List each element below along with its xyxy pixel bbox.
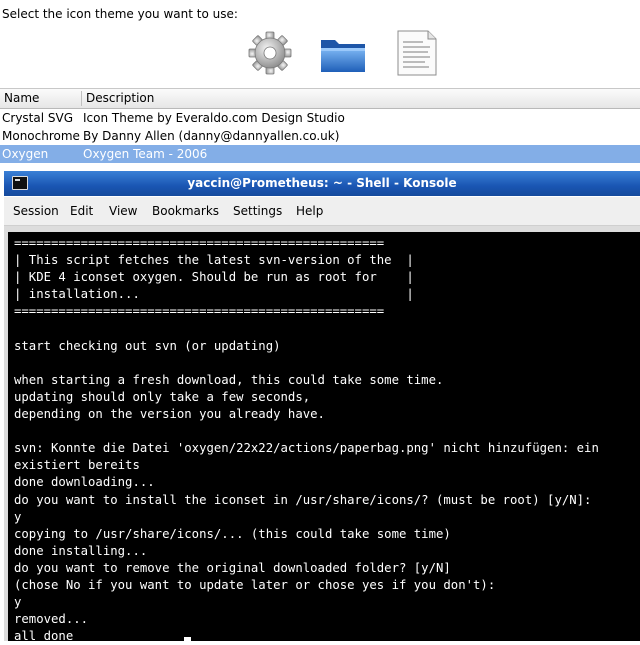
terminal-line: do you want to install the iconset in /u…	[14, 492, 592, 507]
theme-preview	[0, 28, 640, 80]
terminal-line: y	[14, 595, 22, 610]
terminal-line: removed...	[14, 612, 89, 627]
terminal-line: updating should only take a few seconds,	[14, 389, 311, 404]
theme-name: Crystal SVG	[2, 111, 73, 125]
theme-description: By Danny Allen (danny@dannyallen.co.uk)	[83, 129, 340, 143]
terminal-line: start checking out svn (or updating)	[14, 338, 281, 353]
terminal-line: all done	[14, 629, 74, 644]
terminal-line: done installing...	[14, 543, 148, 558]
terminal-line: y	[14, 509, 22, 524]
document-icon	[397, 30, 437, 76]
terminal-line: depending on the version you already hav…	[14, 407, 325, 421]
terminal-line: done downloading...	[14, 475, 155, 490]
terminal-line: do you want to remove the original downl…	[14, 560, 451, 575]
menu-bookmarks[interactable]: Bookmarks	[152, 204, 219, 218]
theme-description: Icon Theme by Everaldo.com Design Studio	[83, 111, 345, 125]
gear-icon	[248, 31, 292, 75]
column-header-description[interactable]: Description	[86, 91, 154, 105]
terminal-line: svn: Konnte die Datei 'oxygen/22x22/acti…	[14, 441, 599, 456]
menu-session[interactable]: Session	[13, 204, 59, 218]
konsole-terminal[interactable]: ========================================…	[4, 226, 640, 643]
window-title: yaccin@Prometheus: ~ - Shell - Konsole	[187, 176, 457, 190]
terminal-line: ========================================…	[14, 236, 385, 250]
terminal-line: ========================================…	[14, 304, 385, 319]
column-divider	[81, 91, 82, 106]
konsole-titlebar[interactable]: yaccin@Prometheus: ~ - Shell - Konsole	[4, 171, 640, 196]
terminal-line: | This script fetches the latest svn-ver…	[14, 253, 414, 268]
theme-row-crystal-svg[interactable]: Crystal SVG Icon Theme by Everaldo.com D…	[0, 109, 640, 127]
menu-settings[interactable]: Settings	[233, 204, 282, 218]
menu-view[interactable]: View	[109, 204, 137, 218]
terminal-line: copying to /usr/share/icons/... (this co…	[14, 526, 451, 541]
folder-icon	[321, 40, 365, 72]
theme-name: Monochrome	[2, 129, 80, 143]
terminal-line: when starting a fresh download, this cou…	[14, 372, 444, 387]
konsole-menubar: Session Edit View Bookmarks Settings Hel…	[4, 197, 640, 226]
theme-list-header: Name Description	[0, 88, 640, 109]
theme-description: Oxygen Team - 2006	[83, 147, 208, 161]
menu-edit[interactable]: Edit	[70, 204, 93, 218]
terminal-cursor	[184, 637, 191, 641]
theme-prompt-label: Select the icon theme you want to use:	[2, 7, 238, 21]
terminal-output[interactable]: ========================================…	[8, 232, 640, 643]
theme-row-monochrome[interactable]: Monochrome By Danny Allen (danny@dannyal…	[0, 127, 640, 145]
menu-help[interactable]: Help	[296, 204, 323, 218]
terminal-line: | KDE 4 iconset oxygen. Should be run as…	[14, 270, 414, 285]
theme-row-oxygen[interactable]: Oxygen Oxygen Team - 2006	[0, 145, 640, 163]
terminal-line: existiert bereits	[14, 458, 140, 473]
terminal-line: (chose No if you want to update later or…	[14, 578, 496, 592]
column-header-name[interactable]: Name	[4, 91, 39, 105]
terminal-line: | installation... |	[14, 287, 414, 302]
theme-name: Oxygen	[2, 147, 49, 161]
